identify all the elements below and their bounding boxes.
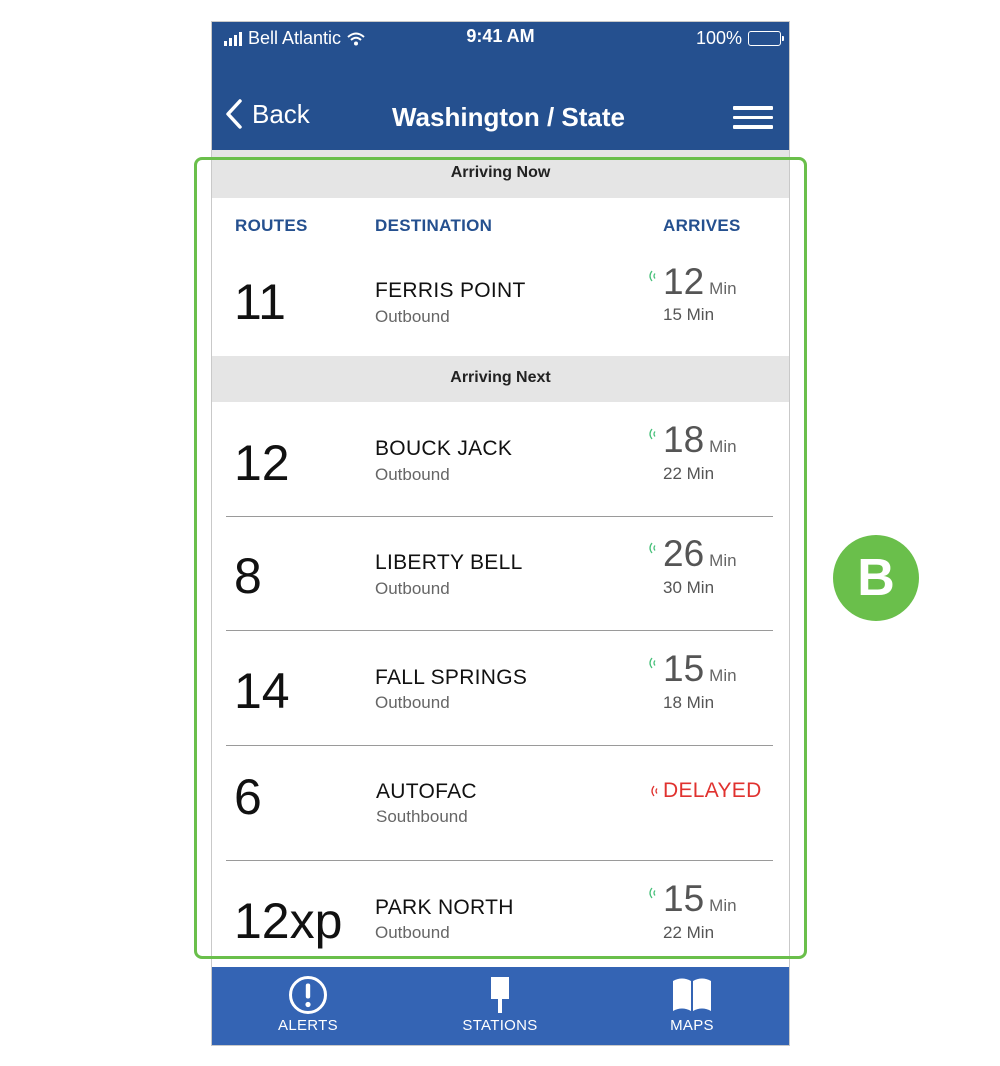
hamburger-menu-icon[interactable] <box>733 106 773 130</box>
map-icon <box>673 978 711 1011</box>
tab-stations-label: STATIONS <box>462 1017 538 1034</box>
tab-maps[interactable]: MAPS <box>632 967 752 1045</box>
battery-percent: 100% <box>695 28 742 48</box>
tab-stations[interactable]: STATIONS <box>440 967 560 1045</box>
callout-badge: B <box>833 535 919 621</box>
station-icon <box>491 977 509 1013</box>
navigation-bar: Back Washington / State <box>212 94 789 144</box>
battery-icon <box>748 31 784 46</box>
highlight-frame <box>194 157 807 959</box>
alert-icon <box>289 976 327 1014</box>
tab-maps-label: MAPS <box>670 1017 714 1034</box>
tab-alerts[interactable]: ALERTS <box>248 967 368 1045</box>
page-title: Washington / State <box>391 102 626 132</box>
screenshot: Bell Atlantic 9:41 AM 100% Back Washingt… <box>0 0 1000 1066</box>
battery-status: 100% <box>695 28 784 49</box>
tab-alerts-label: ALERTS <box>278 1017 338 1034</box>
status-bar: Bell Atlantic 9:41 AM 100% <box>212 22 789 56</box>
header-bar: Bell Atlantic 9:41 AM 100% Back Washingt… <box>212 22 789 150</box>
bottom-tab-bar: ALERTS STATIONS MAPS <box>212 967 789 1045</box>
